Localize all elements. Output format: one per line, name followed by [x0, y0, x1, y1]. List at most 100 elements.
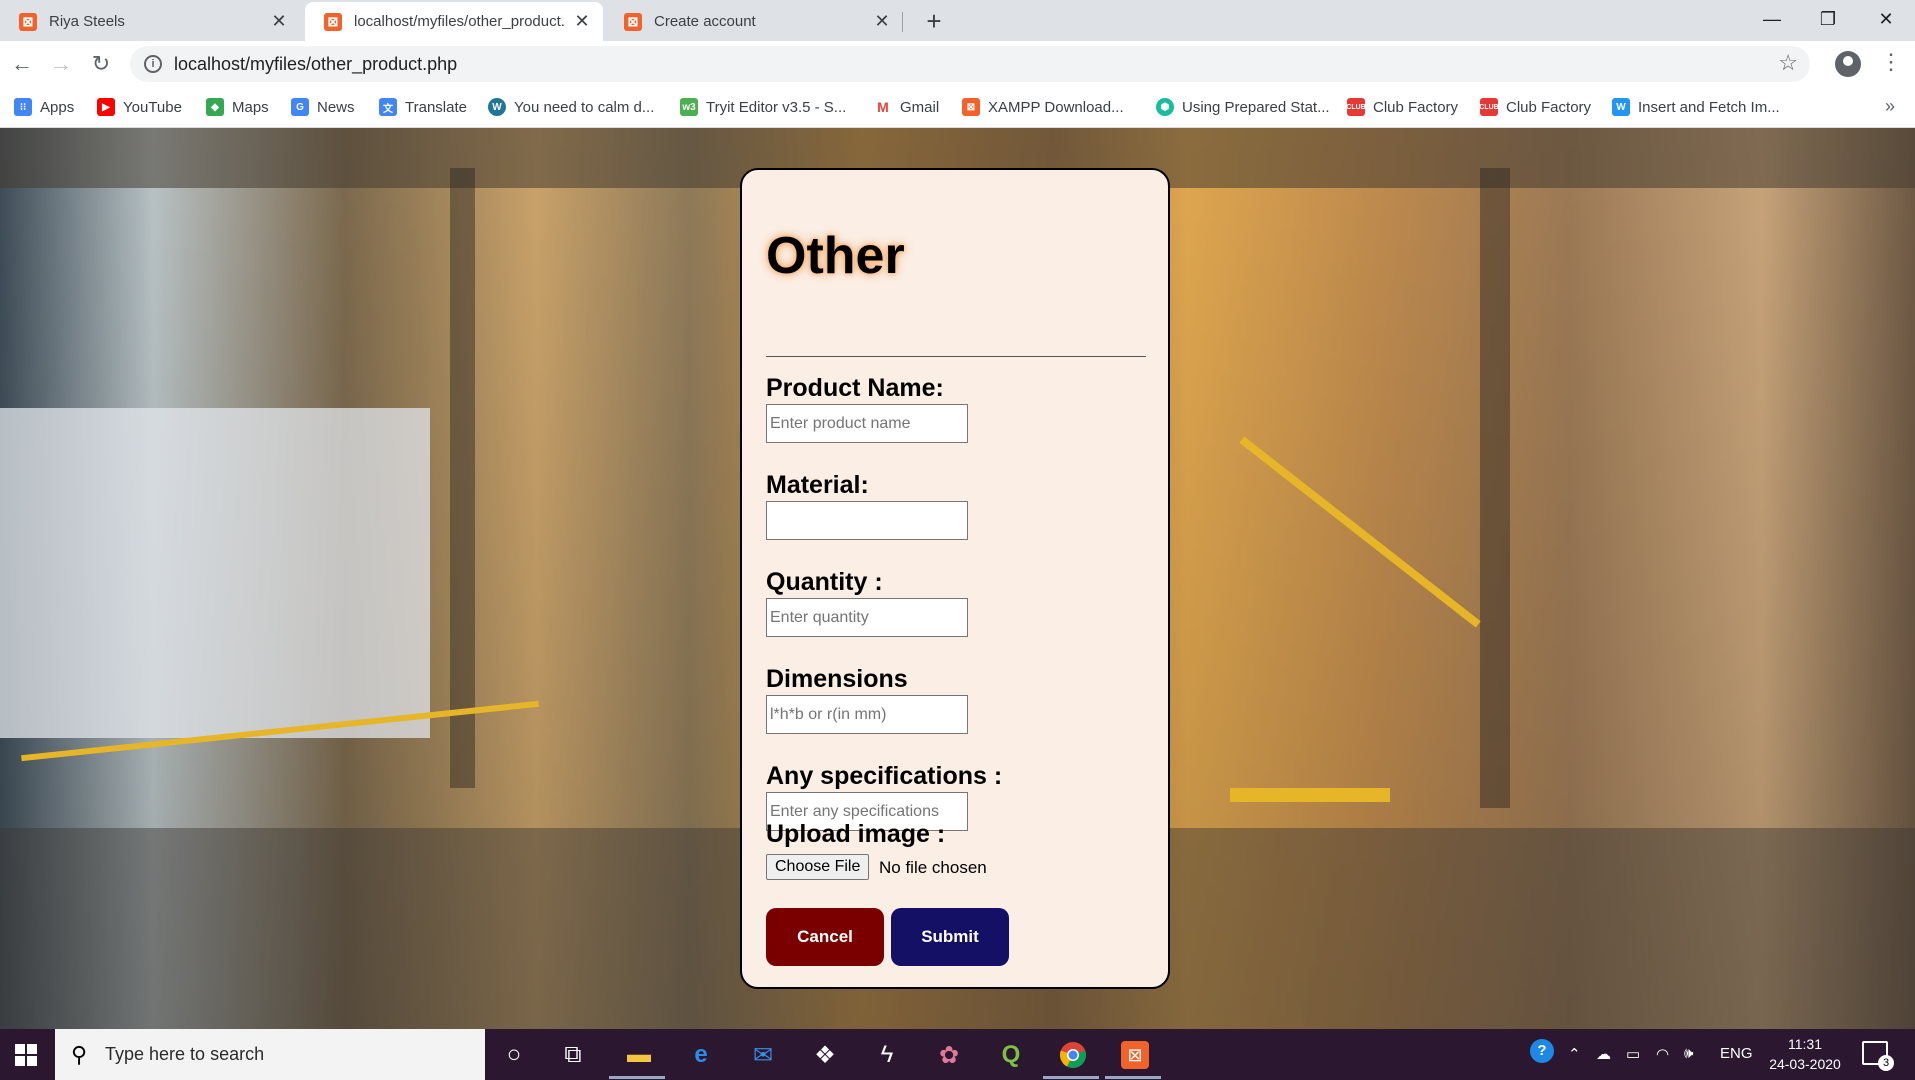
dimensions-label: Dimensions: [766, 665, 908, 693]
bookmark-club-factory-2[interactable]: CLUB Club Factory: [1479, 98, 1592, 116]
choose-file-button[interactable]: Choose File: [766, 854, 870, 880]
material-label: Material:: [766, 471, 869, 499]
tab-title: Riya Steels: [49, 13, 125, 30]
clock-date: 24-03-2020: [1769, 1056, 1841, 1072]
address-bar[interactable]: i localhost/myfiles/other_product.php ☆: [130, 46, 1810, 82]
battery-icon[interactable]: ▭: [1626, 1045, 1640, 1063]
forward-button[interactable]: →: [44, 47, 78, 81]
product-form-card: Other Product Name: Material: Quantity :…: [740, 168, 1170, 989]
profile-icon[interactable]: [1835, 51, 1861, 77]
xampp-icon: ⊠: [624, 12, 642, 31]
back-button[interactable]: ←: [5, 47, 39, 81]
page-background: Other Product Name: Material: Quantity :…: [0, 128, 1915, 1029]
mail-icon[interactable]: ✉: [746, 1038, 780, 1072]
tab-create-account[interactable]: ⊠ Create account ✕: [605, 2, 903, 41]
menu-icon[interactable]: ⋮: [1880, 49, 1902, 75]
close-icon[interactable]: ✕: [573, 11, 591, 32]
window-close-button[interactable]: ✕: [1858, 0, 1914, 40]
taskbar-search[interactable]: ⚲ Type here to search: [55, 1029, 485, 1080]
tab-other-product[interactable]: ⊠ localhost/myfiles/other_product. ✕: [305, 2, 603, 41]
dropbox-icon[interactable]: ❖: [808, 1038, 842, 1072]
chevron-up-icon[interactable]: ⌃: [1568, 1045, 1581, 1063]
apps-grid-icon: ⁝⁝: [14, 98, 32, 116]
w3schools-icon: w3: [680, 98, 698, 116]
qgis-icon[interactable]: Q: [994, 1038, 1028, 1072]
background-pillar: [450, 168, 475, 788]
file-status-text: No file chosen: [879, 858, 987, 877]
product-name-input[interactable]: [766, 404, 968, 443]
bookmark-star-icon[interactable]: ☆: [1778, 50, 1798, 76]
new-tab-button[interactable]: +: [918, 6, 950, 38]
wordpress-icon: W: [488, 98, 506, 116]
bookmark-label: Maps: [232, 98, 269, 116]
bookmark-youtube[interactable]: ▶ YouTube: [97, 98, 182, 116]
page-title: Other: [766, 227, 905, 285]
quantity-label: Quantity :: [766, 568, 883, 596]
bookmark-prepared-statements[interactable]: ⬢ Using Prepared Stat...: [1156, 98, 1330, 116]
submit-button[interactable]: Submit: [891, 908, 1009, 966]
xampp-icon: ⊠: [324, 12, 342, 31]
background-pillar: [1480, 168, 1510, 808]
task-view-icon[interactable]: ⧉: [556, 1038, 590, 1072]
bookmark-label: Tryit Editor v3.5 - S...: [706, 98, 847, 116]
youtube-icon: ▶: [97, 98, 115, 116]
close-icon[interactable]: ✕: [873, 11, 891, 32]
bookmark-label: YouTube: [123, 98, 182, 116]
bookmark-label: Club Factory: [1506, 98, 1592, 116]
bookmark-label: Apps: [40, 98, 75, 116]
xampp-icon: ⊠: [19, 12, 37, 31]
bookmark-label: News: [317, 98, 355, 116]
tab-title: localhost/myfiles/other_product.: [354, 13, 565, 30]
bookmark-maps[interactable]: ◆ Maps: [206, 98, 269, 116]
chrome-icon[interactable]: [1056, 1038, 1090, 1072]
news-icon: G: [291, 98, 309, 116]
help-icon[interactable]: ?: [1530, 1039, 1554, 1063]
windows-start-button[interactable]: [0, 1029, 52, 1080]
xampp-icon[interactable]: ⊠: [1118, 1038, 1152, 1072]
url-text[interactable]: localhost/myfiles/other_product.php: [174, 54, 457, 75]
restore-button[interactable]: ❐: [1800, 0, 1856, 40]
info-icon[interactable]: i: [144, 55, 162, 73]
background-crane-arm: [1239, 436, 1481, 628]
w-icon: W: [1612, 98, 1630, 116]
quantity-input[interactable]: [766, 598, 968, 637]
product-name-label: Product Name:: [766, 374, 944, 402]
paint-icon[interactable]: ✿: [932, 1038, 966, 1072]
cancel-button[interactable]: Cancel: [766, 908, 884, 966]
material-input[interactable]: [766, 501, 968, 540]
volume-icon[interactable]: 🕪: [1684, 1045, 1693, 1062]
system-clock[interactable]: 11:31 24-03-2020: [1765, 1034, 1845, 1074]
cortana-icon[interactable]: ○: [497, 1038, 531, 1072]
bookmark-label: XAMPP Download...: [988, 98, 1124, 116]
bookmark-news[interactable]: G News: [291, 98, 355, 116]
bookmark-tryit-editor[interactable]: w3 Tryit Editor v3.5 - S...: [680, 98, 846, 116]
minimize-button[interactable]: —: [1744, 0, 1800, 40]
explorer-running-indicator: [609, 1076, 665, 1079]
club-factory-icon: CLUB: [1479, 98, 1499, 116]
edge-icon[interactable]: e: [684, 1038, 718, 1072]
search-icon: ⚲: [71, 1042, 88, 1067]
bookmark-xampp[interactable]: ⊠ XAMPP Download...: [962, 98, 1124, 116]
specifications-label: Any specifications :: [766, 762, 1003, 790]
dimensions-input[interactable]: [766, 695, 968, 734]
language-indicator[interactable]: ENG: [1720, 1045, 1753, 1062]
reload-button[interactable]: ↻: [84, 47, 118, 81]
sublime-icon[interactable]: ϟ: [870, 1038, 904, 1072]
onedrive-icon[interactable]: ☁: [1596, 1045, 1611, 1063]
bookmark-label: Translate: [405, 98, 467, 116]
bookmark-label: You need to calm d...: [514, 98, 655, 116]
xampp-icon: ⊠: [962, 98, 980, 116]
background-crane-base: [1230, 788, 1390, 802]
bookmark-apps[interactable]: ⁝⁝ Apps: [14, 98, 74, 116]
bookmark-translate[interactable]: 文 Translate: [379, 98, 467, 116]
bookmark-wordpress[interactable]: W You need to calm d...: [488, 98, 654, 116]
bookmark-insert-fetch[interactable]: W Insert and Fetch Im...: [1612, 98, 1780, 116]
tab-strip: ⊠ Riya Steels ✕ ⊠ localhost/myfiles/othe…: [0, 0, 1915, 41]
close-icon[interactable]: ✕: [270, 11, 288, 32]
tab-riya-steels[interactable]: ⊠ Riya Steels ✕: [0, 2, 300, 41]
chevron-right-icon[interactable]: »: [1885, 96, 1895, 117]
file-explorer-icon[interactable]: ▬: [622, 1038, 656, 1072]
bookmark-club-factory-1[interactable]: CLUB Club Factory: [1346, 98, 1458, 116]
bookmark-gmail[interactable]: M Gmail: [874, 98, 939, 116]
wifi-icon[interactable]: ◠: [1656, 1045, 1669, 1063]
